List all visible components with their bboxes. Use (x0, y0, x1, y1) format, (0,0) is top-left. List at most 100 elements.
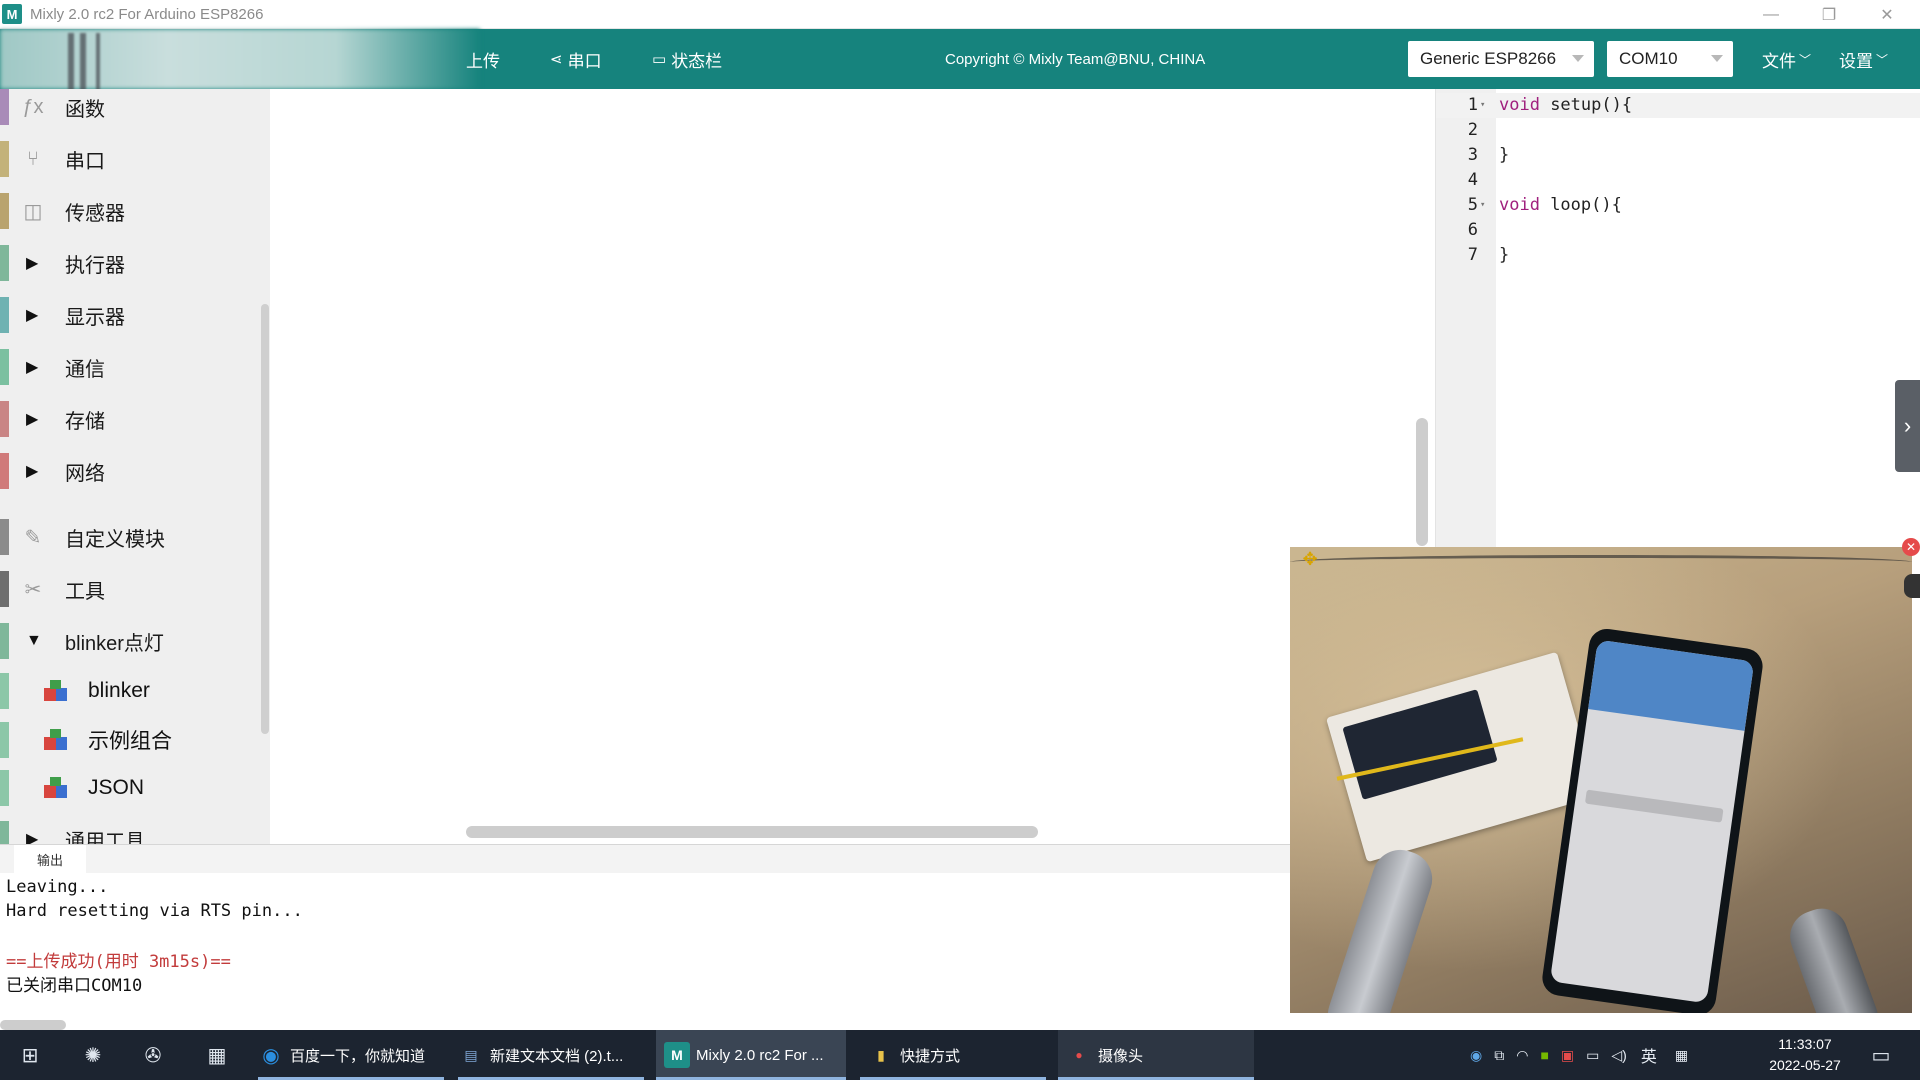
category-label: 串口 (65, 150, 105, 173)
fold-arrow-icon[interactable]: ▾ (1480, 93, 1485, 118)
statusbar-label: 状态栏 (671, 51, 723, 71)
category-blinker[interactable]: ▼ blinker点灯 (0, 619, 260, 663)
line-number: 4 (1467, 170, 1478, 190)
wifi-icon[interactable]: ◠ (1516, 1047, 1528, 1064)
code-line[interactable]: 1 ▾ void setup(){ (1436, 93, 1920, 118)
category-actuator[interactable]: ▶ 执行器 (0, 241, 260, 285)
battery-icon[interactable]: ▭ (1586, 1047, 1599, 1064)
category-tools[interactable]: ✂ 工具 (0, 567, 260, 611)
port-select[interactable]: COM10 (1607, 41, 1733, 77)
code-token: loop(){ (1539, 195, 1622, 215)
category-color-bar (0, 89, 9, 125)
statusbar-button[interactable]: ▭ 状态栏 (652, 29, 722, 89)
copy-icon[interactable]: ⧉ (1494, 1047, 1504, 1064)
taskbar-item-mixly[interactable]: M Mixly 2.0 rc2 For ... (656, 1030, 846, 1080)
tray-app-icon[interactable]: ◉ (1470, 1047, 1482, 1064)
ime-indicator[interactable]: 英 (1641, 1043, 1657, 1067)
app-icon[interactable]: ✺ (78, 1040, 108, 1070)
taskbar-item-camera[interactable]: ● 摄像头 (1058, 1030, 1254, 1080)
upload-success-line: ==上传成功(用时 3m15s)== (6, 952, 231, 972)
code-editor[interactable]: 1 ▾ void setup(){2 3} 4 5 ▾ void loop(){6 7} (1435, 89, 1920, 549)
block-workspace[interactable] (270, 89, 1435, 844)
category-color-bar (0, 770, 9, 806)
category-storage[interactable]: ▶ 存储 (0, 397, 260, 441)
block-category-sidebar: ƒx 函数 ⑂ 串口 ◫ 传感器 ▶ 执行器 ▶ 显示器 ▶ 通信 ▶ 存储 ▶… (0, 89, 270, 844)
fold-arrow-icon[interactable]: ▾ (1480, 193, 1485, 218)
category-serial[interactable]: ⑂ 串口 (0, 137, 260, 181)
task-label: 快捷方式 (900, 1047, 961, 1065)
category-network[interactable]: ▶ 网络 (0, 449, 260, 493)
security-icon[interactable]: ▣ (1561, 1047, 1574, 1064)
code-line[interactable]: 4 (1436, 168, 1920, 193)
windows-start-icon[interactable]: ⊞ (15, 1040, 45, 1070)
category-common-tools[interactable]: ▶ 通用工具 (0, 817, 260, 844)
notification-icon[interactable]: ▭ (1866, 1040, 1896, 1070)
subcategory-label: JSON (88, 776, 145, 799)
category-color-bar (0, 821, 9, 844)
upload-label: 上传 (466, 51, 500, 71)
calculator-icon[interactable]: ▦ (202, 1040, 232, 1070)
category-custom-module[interactable]: ✎ 自定义模块 (0, 515, 260, 559)
close-window-button[interactable]: ✕ (1861, 0, 1913, 29)
triangle-right-icon: ▶ (26, 831, 39, 844)
category-functions[interactable]: ƒx 函数 (0, 89, 260, 129)
workspace-horizontal-scrollbar[interactable] (466, 826, 1038, 838)
edge-icon: ◉ (262, 1044, 280, 1067)
code-line[interactable]: 5 ▾ void loop(){ (1436, 193, 1920, 218)
system-clock[interactable]: 11:33:07 2022-05-27 (1750, 1034, 1860, 1076)
nvidia-icon[interactable]: ■ (1540, 1047, 1548, 1063)
camera-control-handle[interactable] (1904, 574, 1920, 598)
category-display[interactable]: ▶ 显示器 (0, 293, 260, 337)
line-number: 7 (1467, 245, 1478, 265)
code-line[interactable]: 2 (1436, 118, 1920, 143)
taskbar-item-folder[interactable]: ▮ 快捷方式 (860, 1030, 1046, 1080)
clock-time: 11:33:07 (1778, 1036, 1832, 1052)
code-line[interactable]: 7} (1436, 243, 1920, 268)
workspace-vertical-scrollbar[interactable] (1416, 418, 1428, 546)
subcategory-label: 示例组合 (88, 730, 172, 753)
output-line: Leaving... (6, 877, 109, 897)
subcategory-blinker[interactable]: blinker (0, 669, 260, 713)
serial-button[interactable]: ⋖ 串口 (550, 29, 602, 89)
category-sensor[interactable]: ◫ 传感器 (0, 189, 260, 233)
keyboard-icon[interactable]: ▦ (1675, 1047, 1688, 1064)
mixly-logo-icon: M (2, 4, 22, 24)
window-title: Mixly 2.0 rc2 For Arduino ESP8266 (30, 5, 264, 23)
task-label: 百度一下，你就知道 (290, 1047, 426, 1065)
subcategory-json[interactable]: JSON (0, 766, 260, 810)
settings-menu[interactable]: 设置 ﹀ (1839, 29, 1888, 89)
category-label: 存储 (65, 410, 105, 433)
category-label: 网络 (65, 462, 105, 485)
upload-button[interactable]: 上传 (466, 29, 500, 89)
code-token: setup(){ (1539, 95, 1633, 115)
camera-preview-window[interactable] (1290, 547, 1912, 1013)
notepad-icon: ▤ (464, 1046, 478, 1063)
subcategory-examples[interactable]: 示例组合 (0, 718, 260, 762)
category-communication[interactable]: ▶ 通信 (0, 345, 260, 389)
app-icon[interactable]: ✇ (138, 1040, 168, 1070)
file-menu-label: 文件 (1762, 51, 1796, 71)
output-line: 已关闭串口COM10 (6, 976, 143, 996)
category-color-bar (0, 571, 9, 607)
expand-panel-button[interactable]: › (1895, 380, 1920, 472)
code-line[interactable]: 3} (1436, 143, 1920, 168)
file-menu[interactable]: 文件 ﹀ (1762, 29, 1811, 89)
minimize-button[interactable]: — (1745, 0, 1797, 29)
window-icon: ▭ (652, 51, 667, 68)
volume-icon[interactable]: ◁) (1611, 1047, 1626, 1064)
taskbar-item-notepad[interactable]: ▤ 新建文本文档 (2).t... (458, 1030, 644, 1080)
move-icon[interactable]: ✥ (1300, 549, 1320, 569)
code-line[interactable]: 6 (1436, 218, 1920, 243)
camera-image (1290, 555, 1912, 569)
close-icon[interactable]: ✕ (1902, 538, 1920, 556)
sidebar-scrollbar[interactable] (261, 304, 269, 734)
output-scrollbar[interactable] (0, 1020, 66, 1030)
chevron-down-icon: ﹀ (1799, 52, 1812, 67)
taskbar-item-browser[interactable]: ◉ 百度一下，你就知道 (258, 1030, 444, 1080)
category-color-bar (0, 245, 9, 281)
tab-output[interactable]: 输出 (14, 845, 86, 873)
fx-icon: ƒx (22, 95, 44, 118)
restore-button[interactable]: ❐ (1803, 0, 1855, 29)
category-color-bar (0, 519, 9, 555)
board-select[interactable]: Generic ESP8266 (1408, 41, 1594, 77)
